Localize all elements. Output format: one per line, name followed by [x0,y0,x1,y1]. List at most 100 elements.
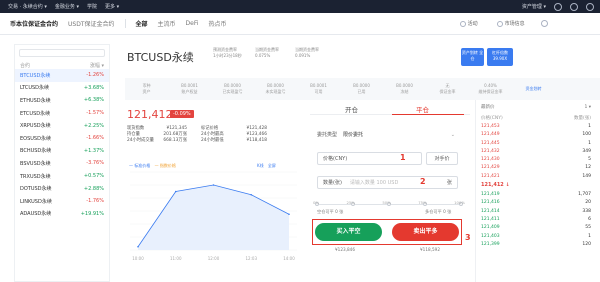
sidebar-item[interactable]: ETCUSD永续 -1.57% [15,107,109,120]
book-row[interactable]: 121,453 1 [476,122,600,130]
tab-close[interactable]: 平仓 [416,104,429,114]
download-icon[interactable] [586,2,594,11]
sidebar-search[interactable] [19,49,105,57]
sidebar-item-change: -1.66% [86,135,104,142]
book-row[interactable]: 121,421 149 [476,172,600,180]
order-type-select[interactable]: 限价委托 [343,131,363,138]
sidebar-item[interactable]: LINKUSD永续 -1.76% [15,195,109,208]
book-price: 121,432 [481,148,500,154]
book-row[interactable]: 121,419 1,707 [476,190,600,198]
market-summary: 现货指数 ¥121,345 标记价格 ¥121,428 持仓量 201.68万张 24小时最… [127,126,302,145]
counterparty-price-button[interactable]: 对手价 [426,152,458,165]
kv-value: 1小时23分18秒 [213,53,242,58]
funding-predict: 预测资金费率 1小时23分18秒 [213,47,242,59]
mark-50: 50% [382,200,391,205]
contract-header: BTCUSD永续 预测资金费率 1小时23分18秒 当期资金费率 0.075% … [125,44,475,72]
sidebar-item-name: ADAUSD永续 [20,211,52,218]
tab-mainstream[interactable]: 主流币 [158,19,176,28]
order-type-row[interactable]: 委托类型 限价委托 ⌄ [317,128,455,141]
mark-100: 100% [454,200,465,205]
book-row[interactable]: 121,430 5 [476,155,600,163]
sidebar-item-change: -1.76% [86,198,104,205]
stat-bottom: 可用 [314,89,323,94]
book-row[interactable]: 121,445 1 [476,139,600,147]
sidebar-item-change: -3.76% [86,160,104,167]
price-input[interactable]: 价格(CNY) [317,152,422,165]
book-row[interactable]: 121,449 100 [476,131,600,139]
book-row[interactable]: 121,432 349 [476,147,600,155]
sidebar-item[interactable]: BTCUSD永续 -1.26% [15,69,109,82]
book-row[interactable]: 121,429 12 [476,164,600,172]
qty-input-label: 数量(张) [323,180,342,186]
sidebar-item-name: DOTUSD永续 [20,186,52,193]
sidebar-item-change: +2.88% [83,185,104,192]
tab-defi[interactable]: DeFi [186,20,199,27]
nav-academy[interactable]: 学院 [87,3,97,10]
theme-icon[interactable] [541,20,548,27]
nav-trade[interactable]: 交易 · 永续合约 ▾ [8,3,47,10]
book-qty: 1 [588,140,591,146]
stat-bottom: 维持保证金率 [478,89,503,94]
funding-current: 当期资金费率 0.075% [255,47,279,59]
sidebar-item-name: LINKUSD永续 [20,198,52,205]
sidebar-item[interactable]: TRXUSD永续 +0.57% [15,170,109,183]
book-row[interactable]: 121,414 338 [476,207,600,215]
sidebar-item[interactable]: DOTUSD永续 +2.88% [15,182,109,195]
sidebar-item[interactable]: LTCUSD永续 +3.68% [15,82,109,95]
price-input-label: 价格(CNY) [323,156,348,162]
book-price: 121,429 [481,165,500,171]
stat-cell[interactable]: 资金划转 [512,86,555,92]
book-qty: 338 [582,208,591,214]
summary-cell: 24小时成交量 [127,138,154,144]
sidebar-item[interactable]: ETHUSD永续 +6.38% [15,94,109,107]
book-precision-select[interactable]: 1 ▾ [584,105,591,110]
nav-right: 资产管理 ▾ [522,0,594,13]
sidebar-item[interactable]: ADAUSD永续 +19.91% [15,208,109,221]
book-qty: 1 [588,233,591,239]
quantity-input[interactable]: 数量(张) 请输入数量 100 USD 张 [317,176,458,189]
sidebar-item[interactable]: BCHUSD永续 +1.37% [15,145,109,158]
transfer-button[interactable]: 资产划转 全仓 [461,48,484,66]
summary-cell: 24小时最低 [201,138,224,144]
activity-link[interactable]: 活动 [460,20,478,27]
available-short: 空仓可平 0 张 [317,209,344,214]
kv-value: 0.075% [255,53,271,58]
book-row[interactable]: 121,403 1 [476,232,600,240]
sidebar-item[interactable]: EOSUSD永续 -1.66% [15,132,109,145]
book-row[interactable]: 121,399 120 [476,240,600,248]
tab-hot[interactable]: 热点币 [209,19,227,28]
book-price: 121,416 [481,200,500,206]
tab-usdt-margined[interactable]: USDT保证金合约 [68,19,115,28]
leverage-button[interactable]: 杠杆倍数 39.90X [487,48,513,66]
user-icon[interactable] [554,2,562,11]
sidebar-item-name: XRPUSD永续 [20,123,51,130]
book-row[interactable]: 121,411 6 [476,215,600,223]
notification-icon[interactable] [570,2,578,11]
buy-close-short-button[interactable]: 买入平空 [315,223,382,241]
sidebar-head-change[interactable]: 涨幅 ▾ [90,62,104,69]
asset-management-link[interactable]: 资产管理 ▾ [522,3,546,10]
market-info-link[interactable]: 市场信息 [497,20,525,27]
summary-cell: ¥118,418 [246,138,267,144]
funding-current-2: 当期资金费率 0.091% [295,47,319,59]
sidebar-item[interactable]: BSVUSD永续 -3.76% [15,157,109,170]
book-qty: 12 [585,165,591,171]
nav-more[interactable]: 更多 ▾ [105,3,119,10]
bids-list: 121,419 1,707 121,416 20 121,414 338 121,411 6 1… [476,190,600,248]
mark-75: 75% [418,200,427,205]
qty-placeholder: 请输入数量 100 USD [349,180,399,186]
chevron-down-icon: ⌄ [450,131,455,138]
nav-finance[interactable]: 金融业务 ▾ [55,3,79,10]
data-point [250,193,253,196]
tab-all[interactable]: 全部 [136,19,148,28]
book-row[interactable]: 121,416 20 [476,199,600,207]
book-row[interactable]: 121,409 55 [476,224,600,232]
stat-cell: B0.0001 账户权益 [168,83,211,95]
kv-value: 0.091% [295,53,311,58]
tab-coin-margined[interactable]: 币本位保证金合约 [10,19,58,28]
book-qty: 5 [588,157,591,163]
stat-cell: B0.0000 已实现盈亏 [211,83,254,95]
sell-close-long-button[interactable]: 卖出平多 [392,223,459,241]
sidebar-item[interactable]: XRPUSD永续 +2.25% [15,119,109,132]
tab-open[interactable]: 开仓 [345,104,358,114]
